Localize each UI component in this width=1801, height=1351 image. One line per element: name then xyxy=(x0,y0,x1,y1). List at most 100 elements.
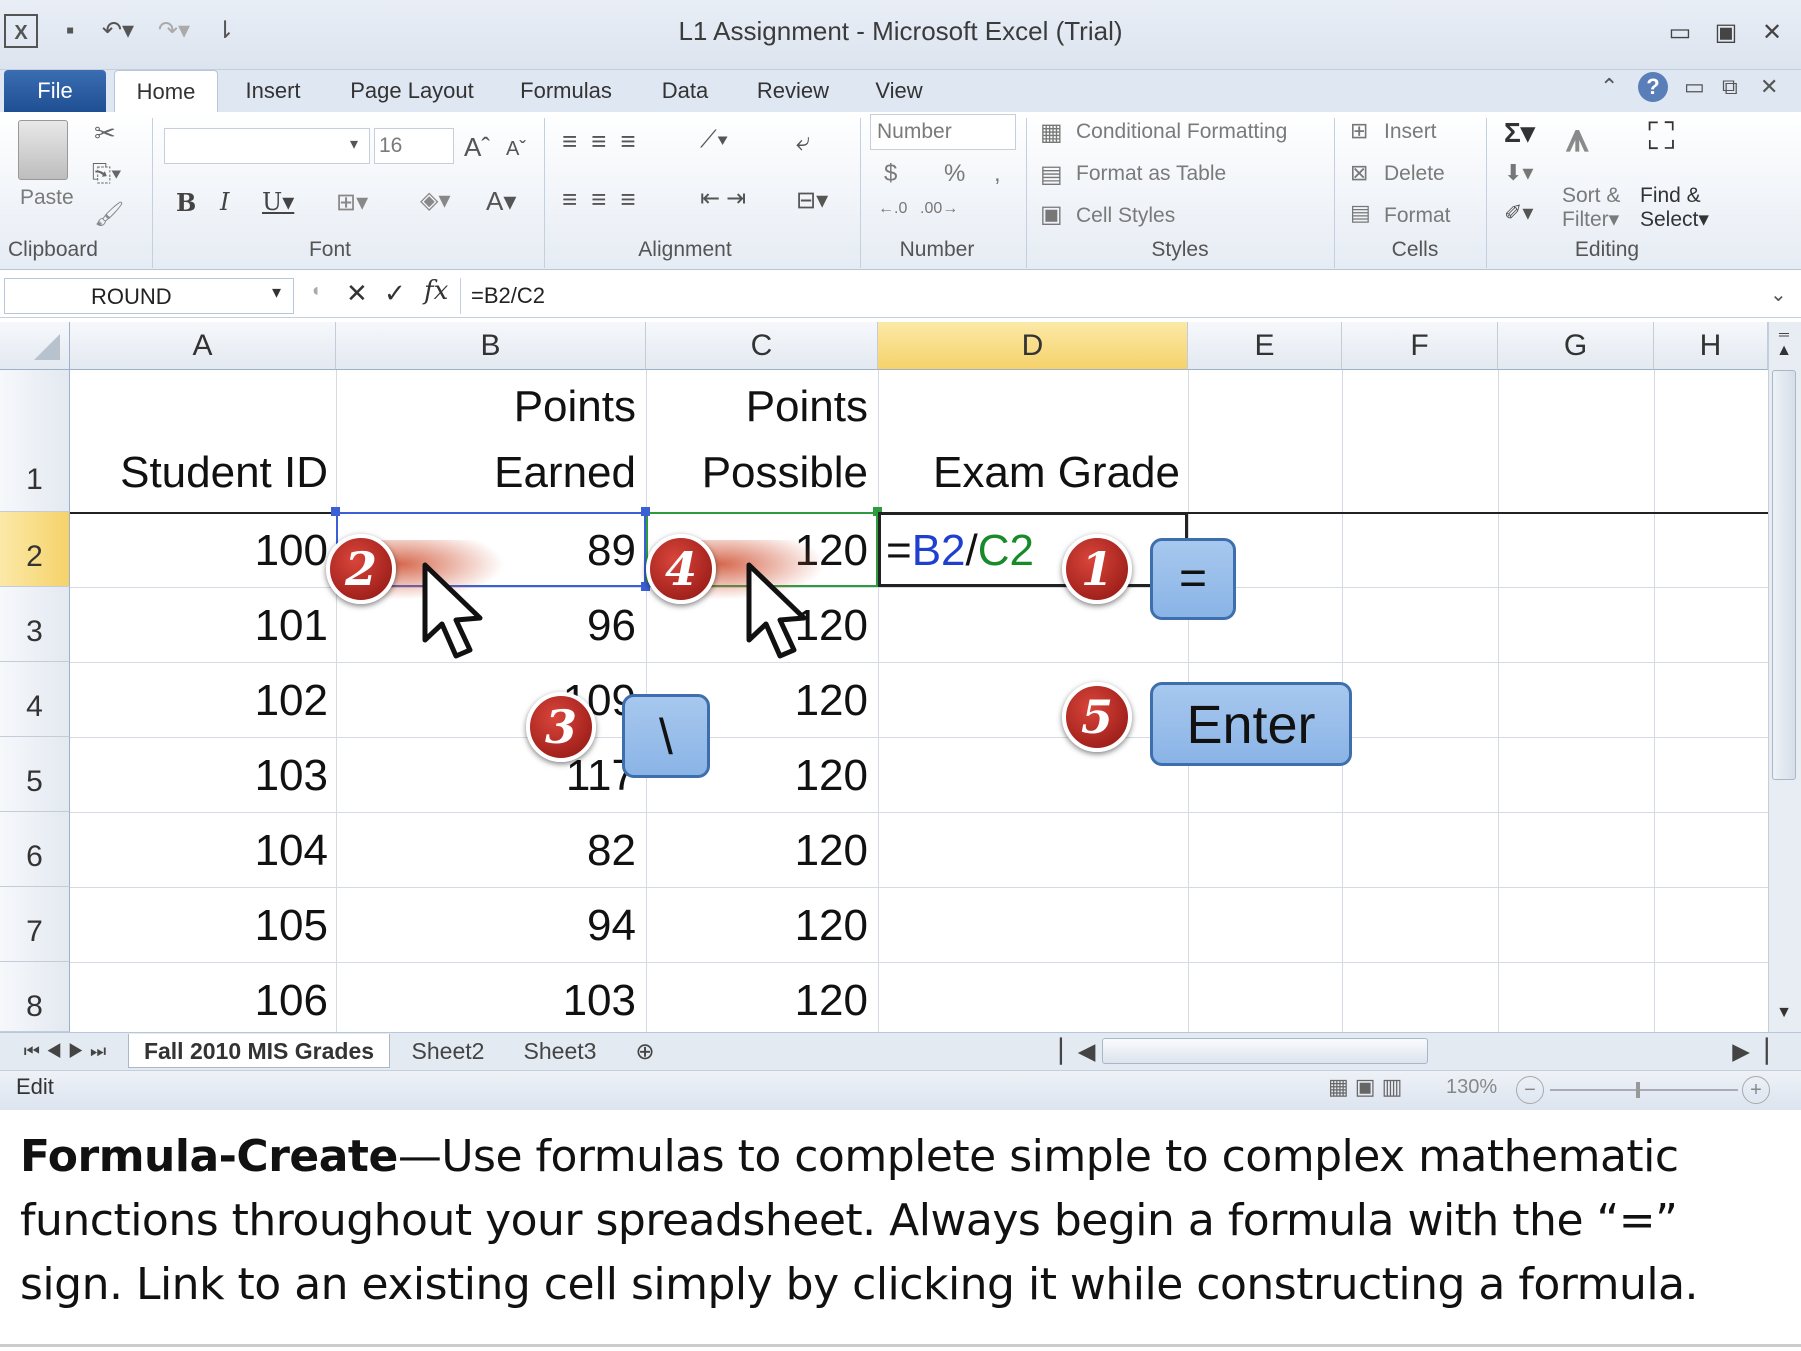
workbook-close-icon[interactable]: ✕ xyxy=(1760,74,1790,104)
cell-styles-icon[interactable]: ▣ xyxy=(1040,200,1063,229)
cell-a8[interactable]: 106 xyxy=(70,976,328,1026)
scroll-up-icon[interactable]: ▲ xyxy=(1772,342,1796,366)
horizontal-scroll-thumb[interactable] xyxy=(1102,1038,1428,1064)
currency-button[interactable]: $ xyxy=(884,160,897,188)
font-size-box[interactable]: 16 xyxy=(374,128,454,164)
tab-review[interactable]: Review xyxy=(750,70,836,112)
sheet-tab-active[interactable]: Fall 2010 MIS Grades xyxy=(128,1034,390,1068)
row-header-3[interactable]: 3 xyxy=(0,587,70,662)
underline-button[interactable]: U▾ xyxy=(262,188,294,216)
name-box[interactable]: ROUND xyxy=(4,278,294,314)
copy-icon[interactable]: ⎘▾ xyxy=(92,160,121,188)
fill-color-icon[interactable]: ◈▾ xyxy=(420,186,451,215)
autosum-icon[interactable]: Σ▾ xyxy=(1504,116,1535,149)
cell-a1[interactable]: Student ID xyxy=(70,448,328,498)
name-box-dropdown-icon[interactable]: ▾ xyxy=(272,282,281,303)
format-cells-icon[interactable]: ▤ xyxy=(1350,200,1371,226)
cancel-icon[interactable]: ✕ xyxy=(346,278,368,309)
sheet-tab[interactable]: Sheet2 xyxy=(396,1034,500,1068)
format-as-table-icon[interactable]: ▤ xyxy=(1040,160,1063,189)
font-color-icon[interactable]: A▾ xyxy=(486,186,516,217)
format-cells-button[interactable]: Format xyxy=(1384,204,1451,228)
cell-c8[interactable]: 120 xyxy=(646,976,868,1026)
minimize-icon[interactable]: ▭ xyxy=(1660,16,1700,50)
row-header-2[interactable]: 2 xyxy=(0,512,70,587)
tab-data[interactable]: Data xyxy=(652,70,718,112)
close-icon[interactable]: ✕ xyxy=(1752,16,1792,50)
percent-button[interactable]: % xyxy=(944,160,965,188)
conditional-formatting-button[interactable]: Conditional Formatting xyxy=(1076,120,1287,144)
cell-c1-line1[interactable]: Points xyxy=(646,382,868,432)
zoom-in-icon[interactable]: + xyxy=(1742,1076,1770,1104)
sort-filter-icon[interactable]: ⩚ xyxy=(1566,116,1589,161)
tab-file[interactable]: File xyxy=(4,70,106,112)
row-header-7[interactable]: 7 xyxy=(0,887,70,962)
tab-page-layout[interactable]: Page Layout xyxy=(340,70,484,112)
cell-styles-button[interactable]: Cell Styles xyxy=(1076,204,1175,228)
workbook-restore-icon[interactable]: ⧉ xyxy=(1722,74,1752,104)
horizontal-align-icons[interactable]: ≡≡≡ xyxy=(562,184,650,215)
comma-button[interactable]: , xyxy=(994,160,1001,188)
formula-input[interactable]: =B2/C2 xyxy=(460,278,1770,314)
cell-b7[interactable]: 94 xyxy=(336,901,636,951)
active-cell-formula[interactable]: =B2/C2 xyxy=(886,526,1034,576)
row-header-1[interactable]: 1 xyxy=(0,370,70,512)
delete-cells-icon[interactable]: ⊠ xyxy=(1350,160,1368,186)
fill-icon[interactable]: ⬇▾ xyxy=(1504,160,1533,186)
column-header-c[interactable]: C xyxy=(646,322,878,370)
view-buttons-icon[interactable]: ▦▣▥ xyxy=(1328,1074,1408,1100)
insert-cells-icon[interactable]: ⊞ xyxy=(1350,118,1368,144)
scroll-down-icon[interactable]: ▼ xyxy=(1772,1004,1796,1028)
decrease-decimal-icon[interactable]: .00→ xyxy=(920,200,958,218)
sort-filter-button[interactable]: Sort & Filter▾ xyxy=(1562,184,1620,232)
workbook-minimize-icon[interactable]: ▭ xyxy=(1684,74,1714,104)
paste-icon[interactable] xyxy=(18,120,68,180)
vertical-scroll-thumb[interactable] xyxy=(1772,370,1796,780)
row-header-8[interactable]: 8 xyxy=(0,962,70,1032)
column-header-e[interactable]: E xyxy=(1188,322,1342,370)
cell-c7[interactable]: 120 xyxy=(646,901,868,951)
cell-a5[interactable]: 103 xyxy=(70,751,328,801)
borders-icon[interactable]: ⊞▾ xyxy=(336,188,368,217)
cell-a3[interactable]: 101 xyxy=(70,601,328,651)
row-header-6[interactable]: 6 xyxy=(0,812,70,887)
split-box-icon[interactable]: ═ xyxy=(1772,326,1796,342)
shrink-font-icon[interactable]: Aˇ xyxy=(506,138,526,161)
conditional-formatting-icon[interactable]: ▦ xyxy=(1040,118,1063,147)
enter-icon[interactable]: ✓ xyxy=(384,278,406,309)
cell-a2[interactable]: 100 xyxy=(70,526,328,576)
reference-handle[interactable] xyxy=(641,507,650,516)
sheet-nav-icons[interactable]: ⏮◀▶⏭ xyxy=(8,1034,128,1068)
column-header-a[interactable]: A xyxy=(70,322,336,370)
column-header-d[interactable]: D xyxy=(878,322,1188,370)
tab-insert[interactable]: Insert xyxy=(230,70,316,112)
row-header-4[interactable]: 4 xyxy=(0,662,70,737)
zoom-slider-track[interactable] xyxy=(1550,1089,1738,1091)
clear-icon[interactable]: ✐▾ xyxy=(1504,200,1533,226)
bold-button[interactable]: B xyxy=(176,188,196,217)
increase-decimal-icon[interactable]: ←.0 xyxy=(878,200,907,218)
sheet-tab[interactable]: Sheet3 xyxy=(508,1034,612,1068)
cut-icon[interactable]: ✂ xyxy=(94,118,116,149)
cell-a4[interactable]: 102 xyxy=(70,676,328,726)
grow-font-icon[interactable]: Aˆ xyxy=(464,132,490,163)
number-format-dropdown[interactable]: Number xyxy=(870,114,1016,150)
cell-a6[interactable]: 104 xyxy=(70,826,328,876)
scroll-right-icon[interactable]: ▶▕ xyxy=(1730,1034,1770,1068)
orientation-icon[interactable]: ⟋▾ xyxy=(700,126,729,154)
tab-split-icon[interactable]: ▏◀ xyxy=(1060,1034,1095,1068)
insert-cells-button[interactable]: Insert xyxy=(1384,120,1437,144)
maximize-icon[interactable]: ▣ xyxy=(1706,16,1746,50)
format-painter-icon[interactable]: 🖌 xyxy=(94,200,124,229)
vertical-align-icons[interactable]: ≡≡≡ xyxy=(562,126,650,157)
collapse-ribbon-icon[interactable]: ⌃ xyxy=(1600,74,1626,104)
font-name-dropdown-icon[interactable]: ▾ xyxy=(350,134,358,154)
cell-a7[interactable]: 105 xyxy=(70,901,328,951)
wrap-text-icon[interactable]: ⤶ xyxy=(796,126,811,158)
zoom-level[interactable]: 130% xyxy=(1446,1076,1497,1099)
cell-b6[interactable]: 82 xyxy=(336,826,636,876)
binoculars-icon[interactable]: ⛶ xyxy=(1648,116,1675,159)
cell-c6[interactable]: 120 xyxy=(646,826,868,876)
cell-c1-line2[interactable]: Possible xyxy=(646,448,868,498)
reference-handle[interactable] xyxy=(331,507,340,516)
